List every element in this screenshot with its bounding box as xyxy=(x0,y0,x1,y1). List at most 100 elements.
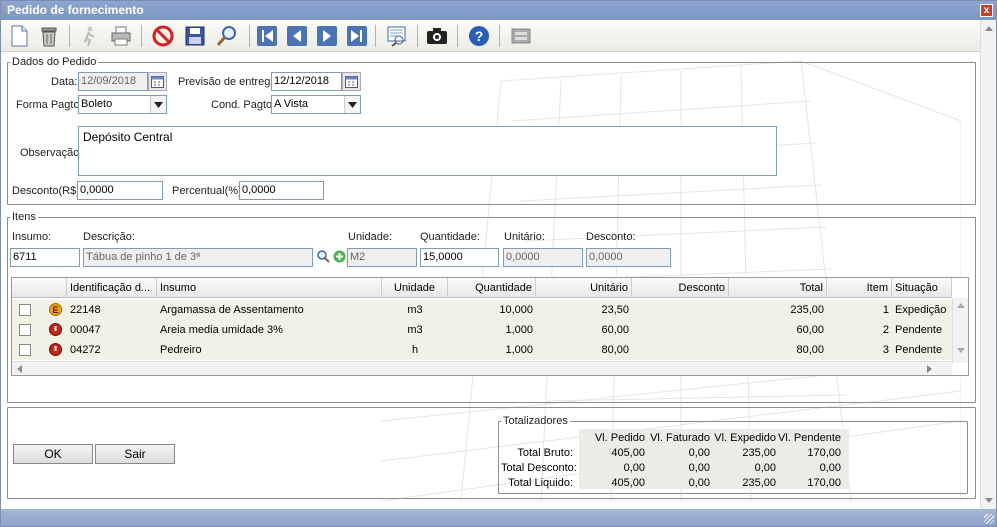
resize-grip-icon[interactable] xyxy=(984,514,994,524)
cell-supply: Argamassa de Assentamento xyxy=(160,304,304,316)
cell-id: 00047 xyxy=(70,324,101,336)
chevron-down-icon[interactable] xyxy=(344,96,360,113)
cell-total: 60,00 xyxy=(796,324,824,336)
new-document-icon[interactable] xyxy=(7,24,31,48)
close-button[interactable]: x xyxy=(980,4,993,17)
delivery-field[interactable]: 12/12/2018 xyxy=(271,72,342,91)
svg-text:E: E xyxy=(52,305,58,315)
totals-value: 0,00 xyxy=(623,462,645,474)
scroll-right-icon[interactable] xyxy=(927,365,932,373)
trash-icon[interactable] xyxy=(37,24,61,48)
header-supply[interactable]: Insumo xyxy=(157,278,382,298)
percent-field[interactable]: 0,0000 xyxy=(239,181,324,200)
totals-value: 235,00 xyxy=(742,477,776,489)
table-row[interactable]: 00047 Areia media umidade 3% m3 1,000 60… xyxy=(12,320,952,340)
table-horizontal-scrollbar[interactable] xyxy=(12,361,952,375)
ok-button[interactable]: OK xyxy=(13,444,93,464)
item-discount-label: Desconto: xyxy=(586,231,636,243)
item-discount-field[interactable]: 0,0000 xyxy=(586,248,671,267)
header-discount[interactable]: Desconto xyxy=(632,278,729,298)
cell-status: Pendente xyxy=(895,324,943,336)
table-vertical-scrollbar[interactable] xyxy=(952,298,968,363)
description-label: Descrição: xyxy=(83,231,135,243)
totals-discount-label: Total Desconto: xyxy=(501,462,577,474)
header-unit[interactable]: Unidade xyxy=(382,278,448,298)
first-icon[interactable] xyxy=(255,24,279,48)
svg-text:?: ? xyxy=(475,28,484,44)
window-title: Pedido de fornecimento xyxy=(7,3,144,17)
header-total[interactable]: Total xyxy=(729,278,827,298)
cell-total: 235,00 xyxy=(790,304,824,316)
unit-price-label: Unitário: xyxy=(504,231,545,243)
payment-form-select[interactable]: Boleto xyxy=(78,95,167,114)
calendar-icon xyxy=(345,75,358,88)
scroll-up-icon[interactable] xyxy=(985,26,993,31)
cell-status: Pendente xyxy=(895,344,943,356)
description-field[interactable]: Tábua de pinho 1 de 3ª xyxy=(83,248,313,267)
supply-field[interactable]: 6711 xyxy=(10,248,80,267)
window-scrollbar[interactable] xyxy=(980,20,996,509)
unit-price-field[interactable]: 0,0000 xyxy=(503,248,583,267)
camera-icon[interactable] xyxy=(425,24,449,48)
last-icon[interactable] xyxy=(345,24,369,48)
observation-label: Observação: xyxy=(20,147,83,159)
add-icon[interactable] xyxy=(333,250,346,266)
save-icon[interactable] xyxy=(183,24,207,48)
observation-textarea[interactable]: Depósito Central xyxy=(78,126,777,176)
print-icon[interactable] xyxy=(109,24,133,48)
scroll-up-icon[interactable] xyxy=(957,303,965,308)
table-row[interactable]: E 22148 Argamassa de Assentamento m3 10,… xyxy=(12,300,952,320)
date-field[interactable]: 12/09/2018 xyxy=(78,72,148,91)
unit-field[interactable]: M2 xyxy=(347,248,417,267)
totals-value: 0,00 xyxy=(819,462,841,474)
scroll-down-icon[interactable] xyxy=(957,348,965,353)
header-item[interactable]: Item xyxy=(827,278,892,298)
payment-form-label: Forma Pagto: xyxy=(16,99,83,111)
disabled-print-icon[interactable] xyxy=(509,24,533,48)
items-table: Identificação d... Insumo Unidade Quanti… xyxy=(11,277,969,376)
payment-cond-select[interactable]: A Vista xyxy=(271,95,361,114)
scroll-down-icon[interactable] xyxy=(985,498,993,503)
cell-total: 80,00 xyxy=(796,344,824,356)
cell-supply: Pedreiro xyxy=(160,344,202,356)
next-icon[interactable] xyxy=(315,24,339,48)
help-icon[interactable]: ? xyxy=(467,24,491,48)
row-checkbox[interactable] xyxy=(19,304,31,316)
cell-status: Expedição xyxy=(895,304,947,316)
calendar-icon xyxy=(151,75,164,88)
quantity-field[interactable]: 15,0000 xyxy=(420,248,499,267)
totals-value: 405,00 xyxy=(611,447,645,459)
cell-unit: m3 xyxy=(407,304,423,316)
header-unit-price[interactable]: Unitário xyxy=(536,278,632,298)
discount-field[interactable]: 0,0000 xyxy=(77,181,163,200)
header-id[interactable]: Identificação d... xyxy=(67,278,157,298)
walk-icon[interactable] xyxy=(77,24,101,48)
discount-label: Desconto(R$): xyxy=(12,185,83,197)
chevron-down-icon[interactable] xyxy=(150,96,166,113)
row-checkbox[interactable] xyxy=(19,324,31,336)
exit-button[interactable]: Sair xyxy=(95,444,175,464)
row-checkbox[interactable] xyxy=(19,344,31,356)
totals-header-invoiced: Vl. Faturado xyxy=(650,432,710,444)
date-calendar-button[interactable] xyxy=(148,72,167,91)
cell-item: 2 xyxy=(882,324,889,336)
report-icon[interactable] xyxy=(385,24,409,48)
search-icon[interactable] xyxy=(317,250,330,266)
search-icon[interactable] xyxy=(215,24,239,48)
delivery-calendar-button[interactable] xyxy=(342,72,361,91)
previous-icon[interactable] xyxy=(285,24,309,48)
delivery-label: Previsão de entrega: xyxy=(178,76,280,88)
order-window: Pedido de fornecimento x ? Dados do Pedi… xyxy=(0,0,997,527)
pending-status-icon xyxy=(49,323,62,339)
cell-unit: m3 xyxy=(407,324,423,336)
header-status[interactable]: Situação xyxy=(892,278,952,298)
header-quantity[interactable]: Quantidade xyxy=(448,278,536,298)
totals-value: 405,00 xyxy=(611,477,645,489)
scroll-left-icon[interactable] xyxy=(17,365,22,373)
payment-form-value: Boleto xyxy=(81,98,113,110)
supply-label: Insumo: xyxy=(12,231,52,243)
totals-value: 170,00 xyxy=(807,477,841,489)
table-row[interactable]: 04272 Pedreiro h 1,000 80,00 80,00 3 Pen… xyxy=(12,340,952,360)
cancel-icon[interactable] xyxy=(151,24,175,48)
table-header: Identificação d... Insumo Unidade Quanti… xyxy=(12,278,952,298)
